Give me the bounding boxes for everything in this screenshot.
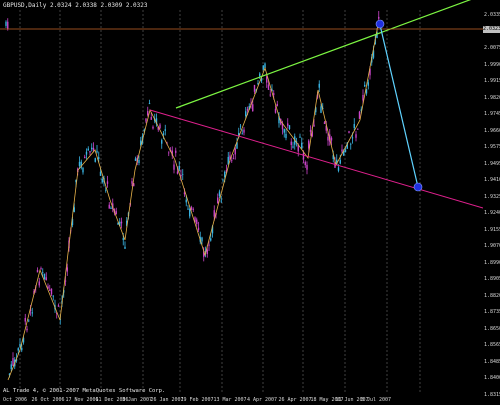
date-tick-label: 4 Oct 2006 (0, 397, 28, 403)
price-tick-label: 1.9990 (484, 61, 500, 68)
chart-background (0, 0, 483, 405)
price-tick-label: 1.8400 (484, 375, 500, 381)
date-tick-label: 3 Jul 2007 (360, 397, 392, 403)
price-tick-label: 1.9660 (484, 127, 500, 134)
date-tick-label: 26 Jan 2007 (150, 397, 184, 403)
chart-window: GBPUSD,Daily 2.0324 2.0338 2.0309 2.0323… (0, 0, 500, 405)
date-tick-label: 19 Feb 2007 (180, 397, 214, 403)
price-tick-label: 1.8565 (484, 342, 500, 348)
price-tick-label: 1.9915 (484, 78, 500, 84)
price-tick-label: 2.0335 (484, 12, 500, 18)
top-marker (375, 19, 385, 29)
price-tick-label: 1.9325 (484, 193, 500, 200)
price-tick-label: 1.9410 (484, 177, 500, 183)
price-tick-label: 2.0075 (484, 45, 500, 51)
copyright-text: AL Trade 4, © 2001-2007 MetaQuotes Softw… (3, 388, 166, 394)
price-tick-label: 1.9070 (484, 243, 500, 249)
price-tick-label: 1.8905 (484, 276, 500, 282)
price-tick-label: 1.8315 (484, 391, 500, 398)
price-tick-label: 1.8990 (484, 259, 500, 266)
date-tick-label: 17 Nov 2006 (65, 397, 99, 403)
price-tick-label: 1.8820 (484, 292, 500, 299)
current-price-badge: 2.0323 (483, 26, 500, 33)
price-tick-label: 1.9820 (484, 94, 500, 101)
date-tick-label: 3 Jan 2007 (121, 397, 153, 403)
price-tick-label: 1.9240 (484, 210, 500, 216)
price-tick-label: 1.9495 (484, 160, 500, 167)
date-tick-label: 26 Apr 2007 (278, 397, 312, 403)
price-tick-label: 1.8735 (484, 309, 500, 315)
price-tick-label: 1.9155 (484, 226, 500, 233)
price-tick-label: 1.8650 (484, 325, 500, 332)
chart-title: GBPUSD,Daily 2.0324 2.0338 2.0309 2.0323 (3, 2, 148, 9)
price-tick-label: 1.8485 (484, 358, 500, 365)
date-tick-label: 13 Mar 2007 (213, 397, 247, 403)
projection-marker (413, 182, 423, 192)
price-tick-label: 1.9745 (484, 111, 500, 117)
date-tick-label: 26 Oct 2006 (31, 397, 65, 403)
price-chart[interactable] (0, 0, 483, 405)
price-tick-label: 1.9575 (484, 144, 500, 150)
date-tick-label: 4 Apr 2007 (246, 397, 278, 403)
